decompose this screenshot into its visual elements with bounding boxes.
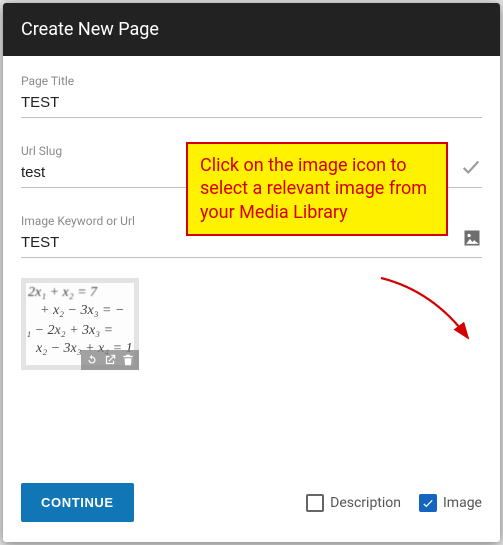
modal-title: Create New Page: [21, 19, 159, 40]
checkbox-box-icon: [419, 494, 437, 512]
refresh-icon[interactable]: [85, 353, 99, 367]
url-slug-input[interactable]: [21, 160, 482, 188]
modal-header: Create New Page: [3, 3, 500, 56]
footer-options: Description Image: [306, 494, 482, 512]
url-slug-label: Url Slug: [21, 144, 482, 158]
modal-footer: CONTINUE Description Image: [3, 469, 500, 542]
image-keyword-label: Image Keyword or Url: [21, 214, 482, 228]
thumb-line: x₁ − 2x₂ + 3x₃ =: [26, 323, 113, 339]
modal-body: Page Title Url Slug Image Keyword or Url…: [3, 56, 500, 469]
image-checkbox-label: Image: [443, 495, 482, 511]
thumb-line: 2x₁ + x₂ = 7: [28, 285, 97, 301]
create-page-modal: Create New Page Page Title Url Slug Imag…: [3, 3, 500, 542]
page-title-input[interactable]: [21, 90, 482, 118]
delete-icon[interactable]: [121, 353, 135, 367]
checkbox-box-icon: [306, 494, 324, 512]
image-icon[interactable]: [462, 228, 482, 252]
annotation-arrow: [373, 276, 483, 356]
page-title-field: Page Title: [21, 74, 482, 118]
image-thumbnail[interactable]: 2x₁ + x₂ = 7 + x₂ − 3x₃ = − x₁ − 2x₂ + 3…: [21, 278, 139, 370]
description-checkbox[interactable]: Description: [306, 494, 401, 512]
url-slug-field: Url Slug: [21, 144, 482, 188]
thumbnail-actions: [81, 350, 139, 370]
continue-button[interactable]: CONTINUE: [21, 483, 134, 522]
image-keyword-input[interactable]: [21, 230, 482, 258]
checkmark-icon: [460, 156, 482, 182]
open-icon[interactable]: [103, 353, 117, 367]
image-checkbox[interactable]: Image: [419, 494, 482, 512]
page-title-label: Page Title: [21, 74, 482, 88]
thumb-line: + x₂ − 3x₃ = −: [40, 303, 124, 319]
image-keyword-field: Image Keyword or Url: [21, 214, 482, 258]
description-checkbox-label: Description: [330, 495, 401, 511]
